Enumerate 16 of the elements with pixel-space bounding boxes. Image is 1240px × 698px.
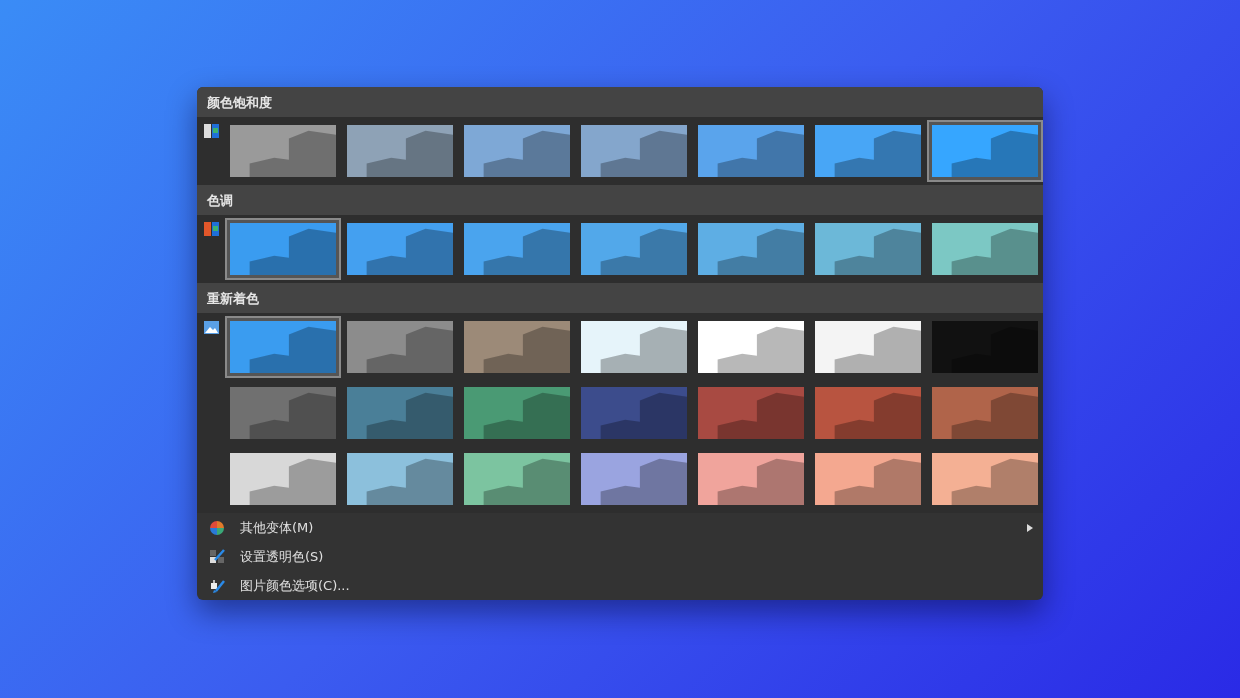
menu-item[interactable]: 图片颜色选项(C)...	[197, 571, 1043, 600]
menu-item[interactable]: 设置透明色(S)	[197, 542, 1043, 571]
transparent-color-icon	[209, 548, 225, 565]
paint-brush-icon	[209, 577, 225, 594]
section-heading: 色调	[207, 193, 233, 208]
image-icon	[203, 319, 219, 335]
submenu-arrow-icon	[1027, 523, 1033, 532]
saturation-icon	[203, 123, 219, 139]
section-heading: 颜色饱和度	[207, 95, 272, 110]
menu-item[interactable]: 其他变体(M)	[197, 513, 1043, 542]
color-variant-option[interactable]	[225, 218, 341, 280]
tone-icon	[203, 221, 219, 237]
section-heading: 重新着色	[207, 291, 259, 306]
color-variant-option[interactable]	[927, 120, 1043, 182]
pie-chart-icon	[209, 519, 225, 536]
color-variant-option[interactable]	[225, 316, 341, 378]
